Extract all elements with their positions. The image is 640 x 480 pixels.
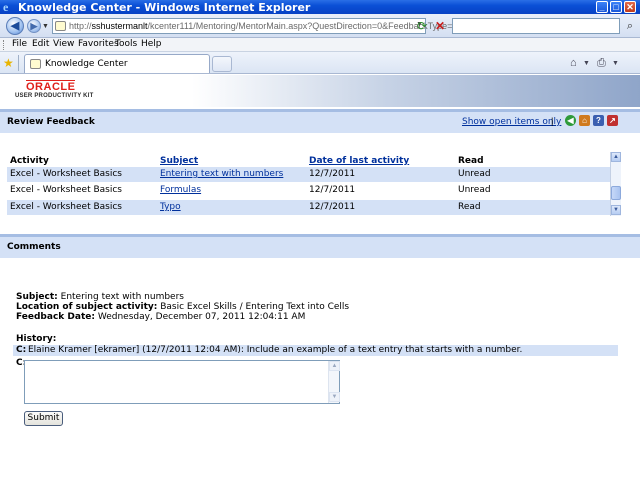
submit-button[interactable]: Submit (24, 411, 63, 426)
cell-read: Unread (458, 185, 491, 195)
scroll-down-icon[interactable]: ▼ (329, 392, 340, 402)
divider: | (551, 116, 554, 126)
home-dropdown-icon[interactable]: ▼ (583, 60, 590, 67)
table-row[interactable]: Excel - Worksheet Basics Typo 12/7/2011 … (7, 200, 610, 215)
comment-scrollbar[interactable]: ▲ ▼ (328, 361, 340, 403)
feedback-date-line: Feedback Date: Wednesday, December 07, 2… (16, 312, 306, 322)
cell-date: 12/7/2011 (309, 202, 356, 212)
comments-panel: Subject: Entering text with numbers Loca… (0, 259, 640, 480)
table-scrollbar[interactable]: ▲ ▼ (610, 152, 621, 216)
toolbar-grip (3, 40, 6, 50)
cell-subject-link[interactable]: Formulas (160, 185, 201, 195)
home-icon[interactable]: ⌂ (570, 57, 577, 69)
history-text: Elaine Kramer [ekramer] (12/7/2011 12:04… (28, 345, 523, 355)
search-input[interactable] (452, 18, 620, 34)
menu-favorites[interactable]: Favorites (78, 39, 119, 49)
window-title: Knowledge Center - Windows Internet Expl… (18, 1, 311, 14)
scroll-down-icon[interactable]: ▼ (611, 205, 621, 215)
tab-bar: ★ Knowledge Center ⌂ ▼ ⎙ ▼ (0, 52, 640, 74)
window-titlebar: e Knowledge Center - Windows Internet Ex… (0, 0, 640, 14)
internet-explorer-icon: e (3, 0, 9, 14)
new-tab-button[interactable] (212, 56, 232, 72)
column-read: Read (458, 156, 484, 166)
help-icon[interactable]: ? (593, 115, 604, 126)
exit-icon[interactable]: ↗ (607, 115, 618, 126)
menu-tools[interactable]: Tools (115, 39, 137, 49)
scroll-thumb[interactable] (611, 186, 621, 200)
page-icon (55, 21, 66, 31)
cell-date: 12/7/2011 (309, 185, 356, 195)
location-line: Location of subject activity: Basic Exce… (16, 302, 350, 312)
page-header: ORACLE USER PRODUCTIVITY KIT (0, 75, 640, 107)
address-toolbar: ◀ ▶ ▼ http://sshustermanlt/kcenter111/Me… (0, 14, 640, 38)
oracle-logo: ORACLE (26, 80, 76, 93)
menu-edit[interactable]: Edit (32, 39, 49, 49)
column-date[interactable]: Date of last activity (309, 156, 409, 166)
home-icon[interactable]: ⌂ (579, 115, 590, 126)
tab-label: Knowledge Center (45, 59, 128, 69)
comments-bar: Comments (0, 234, 640, 258)
table-row[interactable]: Excel - Worksheet Basics Entering text w… (7, 167, 610, 182)
cell-activity: Excel - Worksheet Basics (10, 202, 122, 212)
product-name: USER PRODUCTIVITY KIT (15, 93, 94, 99)
print-icon[interactable]: ⎙ (597, 57, 606, 70)
previous-icon[interactable]: ◀ (565, 115, 576, 126)
menu-bar: File Edit View Favorites Tools Help (0, 38, 640, 52)
column-activity: Activity (10, 156, 49, 166)
close-button[interactable]: ✕ (624, 1, 636, 13)
history-entry: C: Elaine Kramer [ekramer] (12/7/2011 12… (13, 345, 618, 356)
address-url[interactable]: http://sshustermanlt/kcenter111/Mentorin… (69, 21, 457, 31)
divider (18, 55, 19, 71)
comment-textarea[interactable] (24, 360, 340, 404)
back-button[interactable]: ◀ (6, 17, 24, 35)
menu-view[interactable]: View (53, 39, 74, 49)
scroll-up-icon[interactable]: ▲ (611, 152, 621, 162)
search-icon[interactable]: ⌕ (622, 18, 638, 34)
column-subject[interactable]: Subject (160, 156, 198, 166)
cell-subject-link[interactable]: Typo (160, 202, 181, 212)
maximize-button[interactable]: □ (610, 1, 622, 13)
minimize-button[interactable]: _ (596, 1, 608, 13)
print-dropdown-icon[interactable]: ▼ (612, 60, 619, 67)
cell-read: Read (458, 202, 481, 212)
history-label: History: (16, 334, 57, 344)
recent-pages-dropdown-icon[interactable]: ▼ (42, 23, 49, 30)
cell-read: Unread (458, 169, 491, 179)
section-title: Comments (7, 242, 61, 252)
subject-line: Subject: Entering text with numbers (16, 292, 184, 302)
history-prefix: C: (16, 345, 27, 355)
stop-icon[interactable]: ✕ (432, 18, 448, 34)
table-row[interactable]: Excel - Worksheet Basics Formulas 12/7/2… (7, 183, 610, 198)
refresh-icon[interactable]: ⟳ (414, 18, 430, 34)
favorites-star-icon[interactable]: ★ (3, 56, 14, 70)
review-feedback-bar: Review Feedback Show open items only | ◀… (0, 109, 640, 133)
show-open-items-link[interactable]: Show open items only (462, 117, 561, 127)
forward-button[interactable]: ▶ (27, 19, 41, 33)
section-title: Review Feedback (7, 117, 95, 127)
menu-help[interactable]: Help (141, 39, 162, 49)
cell-subject-link[interactable]: Entering text with numbers (160, 169, 283, 179)
cell-date: 12/7/2011 (309, 169, 356, 179)
address-bar[interactable]: http://sshustermanlt/kcenter111/Mentorin… (52, 18, 457, 34)
page-icon (30, 59, 41, 69)
cell-activity: Excel - Worksheet Basics (10, 169, 122, 179)
cell-activity: Excel - Worksheet Basics (10, 185, 122, 195)
tab-knowledge-center[interactable]: Knowledge Center (24, 54, 210, 73)
scroll-up-icon[interactable]: ▲ (329, 361, 340, 371)
menu-file[interactable]: File (12, 39, 27, 49)
